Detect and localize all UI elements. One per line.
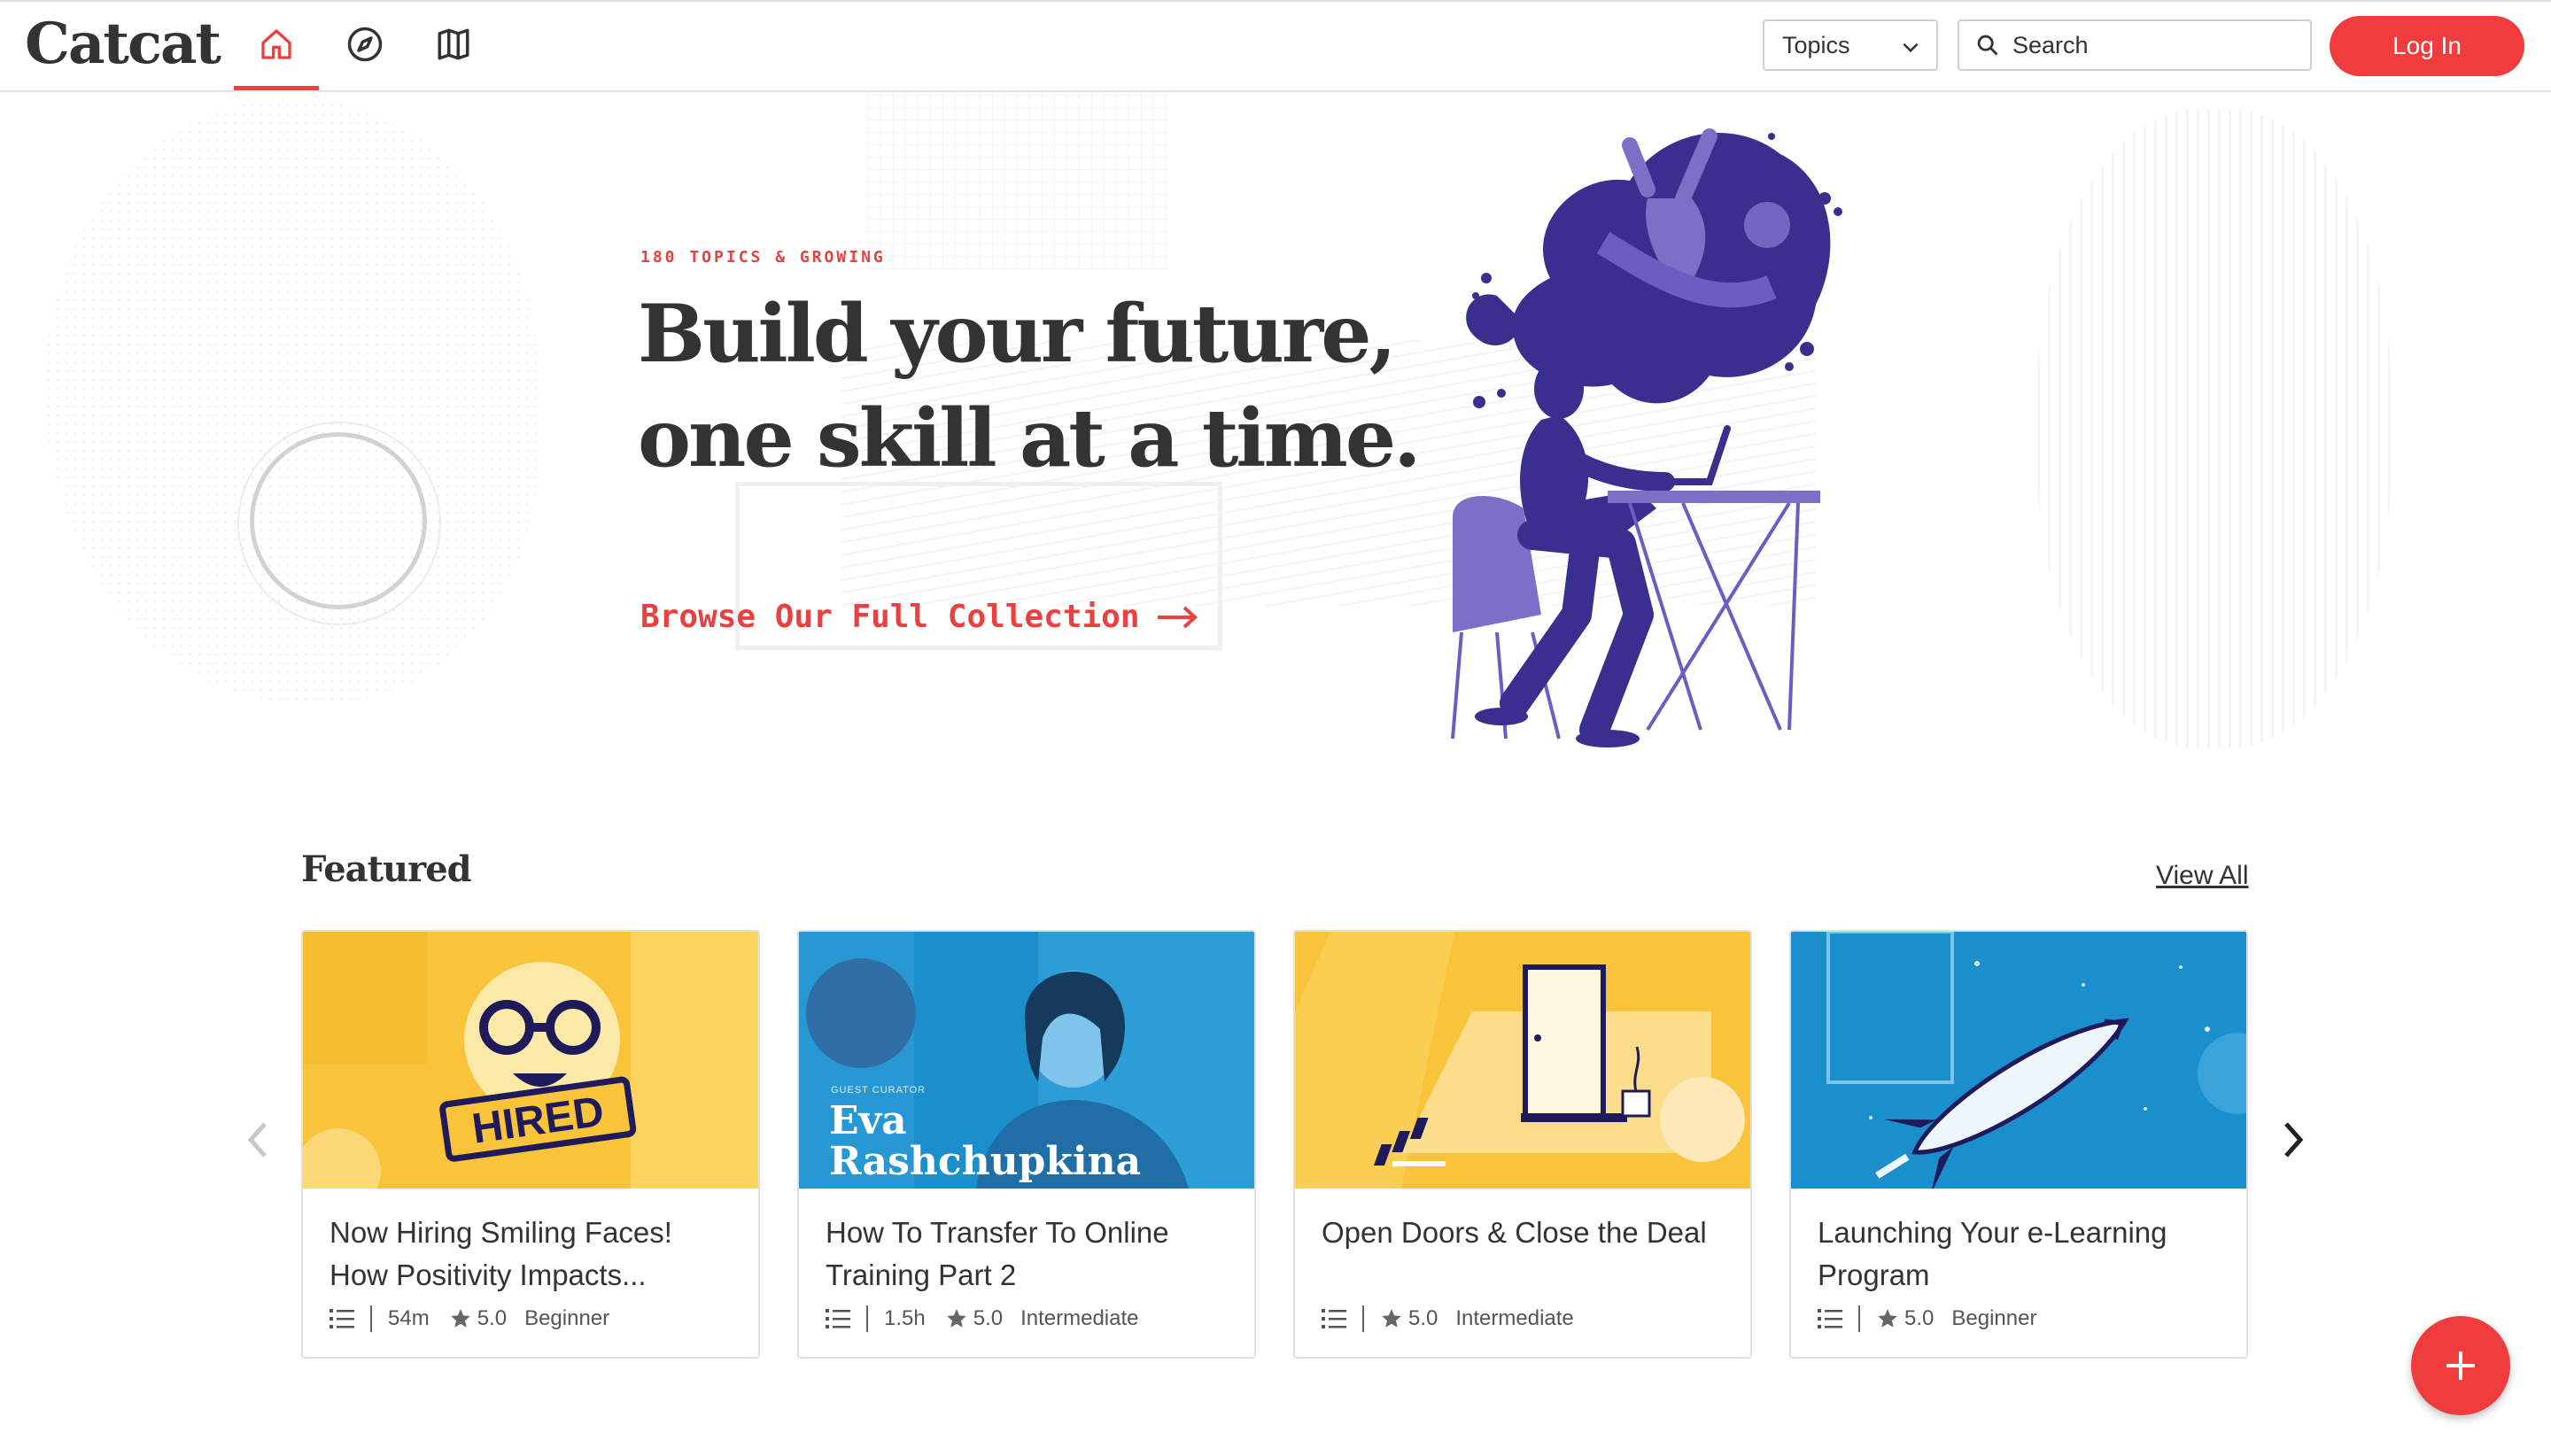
course-rating-value: 5.0 — [973, 1306, 1004, 1330]
course-level: Intermediate — [1020, 1306, 1139, 1330]
course-level: Beginner — [524, 1306, 610, 1330]
logo[interactable]: Catcat — [25, 9, 221, 80]
view-all-link[interactable]: View All — [2156, 861, 2249, 891]
list-icon — [826, 1309, 850, 1328]
plus-icon — [2446, 1351, 2475, 1380]
hero-eyebrow: 180 TOPICS & GROWING — [640, 248, 886, 267]
home-icon — [261, 29, 291, 59]
meta-divider — [1362, 1305, 1364, 1332]
meta-divider — [866, 1305, 868, 1332]
thumbnail-curator-label: GUEST CURATOR — [831, 1085, 926, 1096]
carousel-prev-button[interactable] — [236, 1118, 280, 1162]
course-meta: 1.5h 5.0 Intermediate — [826, 1305, 1139, 1332]
map-icon — [438, 28, 469, 60]
thumbnail-curator-last-name: Rashchupkina — [829, 1139, 1141, 1184]
top-border — [0, 0, 2551, 2]
curator-photo: GUEST CURATOR Eva Rashchupkina — [799, 932, 1254, 1189]
meta-divider — [370, 1305, 372, 1332]
course-level: Intermediate — [1455, 1306, 1574, 1330]
topics-dropdown-label: Topics — [1782, 31, 1850, 58]
course-title: Now Hiring Smiling Faces! How Positivity… — [330, 1216, 672, 1291]
nav-map-button[interactable] — [429, 19, 478, 69]
star-icon — [450, 1309, 470, 1328]
browse-collection-link[interactable]: Browse Our Full Collection — [640, 599, 1198, 635]
course-thumbnail — [1295, 932, 1750, 1189]
hero-headline-line-1: Build your future, — [638, 287, 1397, 381]
hired-illustration: HIRED — [303, 932, 758, 1189]
hero-decoration-dashes — [2037, 110, 2392, 747]
door-illustration — [1295, 932, 1745, 1189]
course-thumbnail: HIRED — [303, 932, 758, 1189]
course-rating: 5.0 — [1380, 1306, 1438, 1331]
star-icon — [1382, 1309, 1401, 1328]
meta-divider — [1858, 1305, 1860, 1332]
list-icon — [330, 1309, 354, 1328]
course-thumbnail — [1791, 932, 2246, 1189]
carousel-next-button[interactable] — [2271, 1118, 2315, 1162]
list-icon — [1322, 1309, 1346, 1328]
nav-home-button[interactable] — [234, 19, 319, 90]
search-icon — [1977, 35, 1998, 56]
course-rating-value: 5.0 — [477, 1306, 508, 1330]
search-input[interactable] — [2011, 30, 2298, 60]
browse-collection-label: Browse Our Full Collection — [640, 599, 1140, 635]
course-rating: 5.0 — [449, 1306, 507, 1331]
course-rating: 5.0 — [1876, 1306, 1934, 1331]
featured-title: Featured — [301, 848, 472, 890]
top-navigation-bar: Catcat Topics Log In — [0, 0, 2551, 92]
course-rating-value: 5.0 — [1408, 1306, 1438, 1330]
course-meta: 5.0 Beginner — [1818, 1305, 2036, 1332]
thumbnail-curator-first-name: Eva — [829, 1098, 907, 1143]
chevron-left-icon — [247, 1122, 267, 1158]
course-meta: 54m 5.0 Beginner — [330, 1305, 609, 1332]
chevron-down-icon — [1903, 43, 1919, 53]
hero-illustration — [1451, 128, 1842, 747]
star-icon — [1878, 1309, 1897, 1328]
login-button[interactable]: Log In — [2330, 16, 2524, 76]
hero-decoration-grid — [868, 92, 1169, 269]
search-bar — [1958, 19, 2312, 71]
hero-headline: Build your future, one skill at a time. — [638, 282, 1435, 491]
arrow-right-icon — [1157, 606, 1198, 628]
nav-explore-button[interactable] — [340, 19, 390, 69]
hero-headline-line-2: one skill at a time. — [638, 391, 1421, 485]
course-duration: 1.5h — [884, 1306, 926, 1330]
course-card[interactable]: Open Doors & Close the Deal 5.0 Intermed… — [1293, 930, 1752, 1359]
course-thumbnail: GUEST CURATOR Eva Rashchupkina — [799, 932, 1254, 1189]
course-card[interactable]: HIRED Now Hiring Smiling Faces! How Posi… — [301, 930, 760, 1359]
course-title: How To Transfer To Online Training Part … — [826, 1216, 1169, 1291]
course-title: Open Doors & Close the Deal — [1322, 1216, 1707, 1249]
course-rating-value: 5.0 — [1904, 1306, 1935, 1330]
rocket-illustration — [1826, 932, 2246, 1189]
list-icon — [1818, 1309, 1842, 1328]
hero-decoration-ring — [250, 432, 427, 609]
chevron-right-icon — [2284, 1122, 2304, 1158]
course-duration: 54m — [388, 1306, 430, 1330]
hero-section: 180 TOPICS & GROWING Build your future, … — [0, 92, 2551, 792]
compass-icon — [347, 27, 383, 62]
course-card[interactable]: GUEST CURATOR Eva Rashchupkina How To Tr… — [797, 930, 1256, 1359]
star-icon — [946, 1309, 966, 1328]
course-card[interactable]: Launching Your e-Learning Program 5.0 Be… — [1789, 930, 2248, 1359]
add-floating-button[interactable] — [2411, 1316, 2510, 1415]
course-rating: 5.0 — [945, 1306, 1003, 1331]
course-title: Launching Your e-Learning Program — [1818, 1216, 2167, 1291]
course-meta: 5.0 Intermediate — [1322, 1305, 1574, 1332]
topics-dropdown[interactable]: Topics — [1763, 19, 1938, 71]
course-level: Beginner — [1951, 1306, 2037, 1330]
